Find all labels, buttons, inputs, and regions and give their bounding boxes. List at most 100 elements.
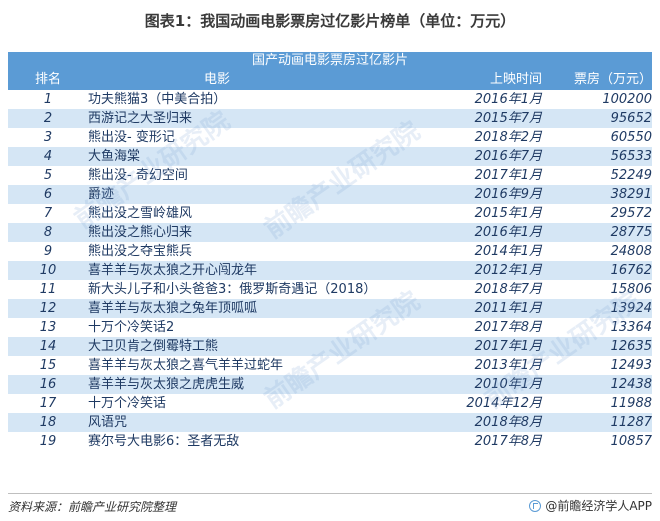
- table-header-row: 排名 电影 上映时间 票房（万元）: [8, 70, 652, 90]
- film-cell: 熊出没之夺宝熊兵: [88, 244, 193, 259]
- rank-cell: 6: [43, 187, 53, 202]
- film-cell: 赛尔号大电影6：圣者无敌: [88, 434, 240, 449]
- brand-logo-icon: [529, 499, 542, 512]
- date-cell: 2011年1月: [474, 301, 542, 316]
- date-cell: 2013年1月: [474, 358, 542, 373]
- rank-cell: 2: [43, 111, 53, 126]
- table-row: 9 熊出没之夺宝熊兵 2014年1月 24808: [8, 242, 652, 261]
- table-row: 13 十万个冷笑话2 2017年8月 13364: [8, 318, 652, 337]
- box-office-cell: 16762: [610, 263, 652, 278]
- rank-cell: 8: [43, 225, 53, 240]
- film-cell: 喜羊羊与灰太狼之开心闯龙年: [88, 263, 258, 278]
- table-row: 19 赛尔号大电影6：圣者无敌 2017年8月 10857: [8, 432, 652, 451]
- table-body: 1 功夫熊猫3（中美合拍） 2016年1月 100200 2 西游记之大圣归来 2015年7…: [8, 90, 652, 451]
- rank-cell: 13: [39, 320, 57, 335]
- rank-cell: 3: [43, 130, 53, 145]
- header-date: 上映时间: [489, 72, 542, 87]
- box-office-cell: 13924: [610, 301, 652, 316]
- box-office-cell: 15806: [610, 282, 652, 297]
- date-cell: 2014年12月: [466, 396, 542, 411]
- table-row: 5 熊出没- 奇幻空间 2017年1月 52249: [8, 166, 652, 185]
- box-office-cell: 13364: [610, 320, 652, 335]
- brand-label: @前瞻经济学人APP: [545, 499, 652, 513]
- rank-cell: 17: [39, 396, 57, 411]
- box-office-cell: 11988: [610, 396, 652, 411]
- table-row: 11 新大头儿子和小头爸爸3：俄罗斯奇遇记（2018） 2018年7月 15806: [8, 280, 652, 299]
- date-cell: 2016年7月: [474, 149, 542, 164]
- box-office-cell: 12635: [610, 339, 652, 354]
- date-cell: 2017年8月: [474, 320, 542, 335]
- rank-cell: 5: [43, 168, 53, 183]
- header-box-office: 票房（万元）: [573, 72, 652, 87]
- rank-cell: 12: [39, 301, 57, 316]
- box-office-cell: 29572: [610, 206, 652, 221]
- box-office-cell: 95652: [610, 111, 652, 126]
- box-office-cell: 12493: [610, 358, 652, 373]
- table-row: 16 喜羊羊与灰太狼之虎虎生威 2010年1月 12438: [8, 375, 652, 394]
- film-cell: 喜羊羊与灰太狼之兔年顶呱呱: [88, 301, 258, 316]
- table-row: 15 喜羊羊与灰太狼之喜气羊羊过蛇年 2013年1月 12493: [8, 356, 652, 375]
- film-cell: 熊出没之熊心归来: [88, 225, 193, 240]
- film-cell: 爵迹: [88, 187, 115, 202]
- rank-cell: 19: [39, 434, 57, 449]
- date-cell: 2018年2月: [474, 130, 542, 145]
- rank-cell: 11: [39, 282, 57, 297]
- rank-cell: 7: [43, 206, 53, 221]
- date-cell: 2018年8月: [474, 415, 542, 430]
- source-note: 资料来源：前瞻产业研究院整理: [8, 500, 177, 514]
- table-row: 14 大卫贝肯之倒霉特工熊 2017年1月 12635: [8, 337, 652, 356]
- film-cell: 大卫贝肯之倒霉特工熊: [88, 339, 219, 354]
- table-row: 2 西游记之大圣归来 2015年7月 95652: [8, 109, 652, 128]
- date-cell: 2018年7月: [474, 282, 542, 297]
- film-cell: 熊出没- 变形记: [88, 130, 175, 145]
- rank-cell: 14: [39, 339, 57, 354]
- rank-cell: 9: [43, 244, 53, 259]
- film-cell: 熊出没- 奇幻空间: [88, 168, 188, 183]
- date-cell: 2016年1月: [474, 225, 542, 240]
- box-office-cell: 10857: [610, 434, 652, 449]
- film-cell: 十万个冷笑话: [88, 396, 167, 411]
- film-cell: 十万个冷笑话2: [88, 320, 175, 335]
- film-cell: 喜羊羊与灰太狼之虎虎生威: [88, 377, 245, 392]
- film-cell: 喜羊羊与灰太狼之喜气羊羊过蛇年: [88, 358, 284, 373]
- film-cell: 风语咒: [88, 415, 128, 430]
- box-office-cell: 38291: [610, 187, 652, 202]
- date-cell: 2015年7月: [474, 111, 542, 126]
- table-row: 7 熊出没之雪岭雄风 2015年1月 29572: [8, 204, 652, 223]
- rank-cell: 16: [39, 377, 57, 392]
- box-office-cell: 56533: [610, 149, 652, 164]
- box-office-cell: 28775: [610, 225, 652, 240]
- date-cell: 2017年1月: [474, 339, 542, 354]
- box-office-cell: 24808: [610, 244, 652, 259]
- film-cell: 西游记之大圣归来: [88, 111, 193, 126]
- date-cell: 2017年1月: [474, 168, 542, 183]
- rank-cell: 1: [43, 92, 53, 107]
- table-row: 4 大鱼海棠 2016年7月 56533: [8, 147, 652, 166]
- rank-cell: 4: [43, 149, 53, 164]
- date-cell: 2016年1月: [474, 92, 542, 107]
- film-cell: 大鱼海棠: [88, 149, 141, 164]
- rank-cell: 18: [39, 415, 57, 430]
- date-cell: 2012年1月: [474, 263, 542, 278]
- film-cell: 熊出没之雪岭雄风: [88, 206, 193, 221]
- page-title: 图表1：我国动画电影票房过亿影片榜单（单位：万元）: [144, 12, 516, 30]
- box-office-cell: 12438: [610, 377, 652, 392]
- rank-cell: 10: [39, 263, 57, 278]
- table-row: 3 熊出没- 变形记 2018年2月 60550: [8, 128, 652, 147]
- box-office-table: 国产动画电影票房过亿影片 排名 电影 上映时间 票房（万元） 1 功夫熊猫3（中美…: [8, 52, 652, 451]
- date-cell: 2017年8月: [474, 434, 542, 449]
- date-cell: 2014年1月: [474, 244, 542, 259]
- rank-cell: 15: [39, 358, 57, 373]
- table-row: 6 爵迹 2016年9月 38291: [8, 185, 652, 204]
- footer-divider: [8, 493, 652, 494]
- box-office-cell: 60550: [610, 130, 652, 145]
- header-film: 电影: [203, 72, 230, 87]
- date-cell: 2016年9月: [474, 187, 542, 202]
- table-row: 10 喜羊羊与灰太狼之开心闯龙年 2012年1月 16762: [8, 261, 652, 280]
- date-cell: 2010年1月: [474, 377, 542, 392]
- film-cell: 新大头儿子和小头爸爸3：俄罗斯奇遇记（2018）: [88, 282, 377, 297]
- table-row: 18 风语咒 2018年8月 11287: [8, 413, 652, 432]
- table-caption: 国产动画电影票房过亿影片: [8, 52, 652, 70]
- date-cell: 2015年1月: [474, 206, 542, 221]
- box-office-cell: 11287: [610, 415, 652, 430]
